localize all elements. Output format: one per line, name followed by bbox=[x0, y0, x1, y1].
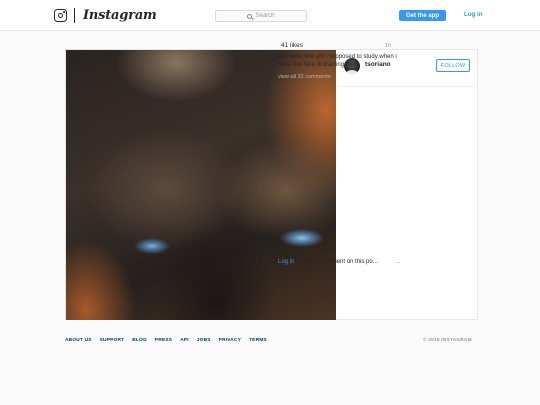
footer-link-about-us[interactable]: ABOUT US bbox=[65, 338, 92, 343]
comment-login-link[interactable]: Log in bbox=[278, 259, 294, 265]
caption-username[interactable]: tsoriano bbox=[278, 54, 302, 60]
top-navigation-bar: Instagram Search Get the app Log in bbox=[0, 0, 540, 31]
copyright-text: © 2019 INSTAGRAM bbox=[423, 338, 472, 343]
footer-link-privacy[interactable]: PRIVACY bbox=[219, 338, 241, 343]
footer-link-terms[interactable]: TERMS bbox=[249, 338, 267, 343]
likes-count[interactable]: 41 likes bbox=[281, 42, 303, 49]
instagram-camera-icon[interactable] bbox=[54, 9, 67, 22]
search-icon bbox=[247, 13, 253, 19]
footer-link-jobs[interactable]: JOBS bbox=[197, 338, 211, 343]
camera-flash-dot bbox=[63, 11, 65, 13]
footer-link-support[interactable]: SUPPORT bbox=[100, 338, 125, 343]
footer-link-blog[interactable]: BLOG bbox=[132, 338, 147, 343]
comment-login-prompt: Log in to like or comment on this po... bbox=[278, 259, 378, 265]
comment-prompt-text: to like or comment on this po... bbox=[296, 259, 378, 265]
footer-links: ABOUT US SUPPORT BLOG PRESS API JOBS PRI… bbox=[65, 338, 267, 343]
get-the-app-button[interactable]: Get the app bbox=[399, 10, 446, 21]
post-card: tsoriano FOLLOW bbox=[65, 49, 478, 320]
post-photo[interactable] bbox=[66, 50, 336, 320]
login-link[interactable]: Log in bbox=[464, 11, 483, 18]
view-all-comments-link[interactable]: view all 32 comments bbox=[278, 74, 331, 80]
post-caption: tsoriano how am i supposed to study when… bbox=[278, 53, 403, 69]
camera-lens bbox=[57, 12, 63, 18]
logo-divider bbox=[74, 8, 75, 23]
more-options-icon[interactable]: … bbox=[394, 258, 402, 265]
post-time[interactable]: 1h bbox=[385, 43, 391, 49]
instagram-wordmark[interactable]: Instagram bbox=[83, 8, 157, 23]
footer-link-press[interactable]: PRESS bbox=[155, 338, 172, 343]
follow-button[interactable]: FOLLOW bbox=[436, 59, 470, 72]
search-input[interactable]: Search bbox=[215, 10, 307, 22]
footer-link-api[interactable]: API bbox=[180, 338, 189, 343]
search-placeholder: Search bbox=[255, 13, 275, 19]
